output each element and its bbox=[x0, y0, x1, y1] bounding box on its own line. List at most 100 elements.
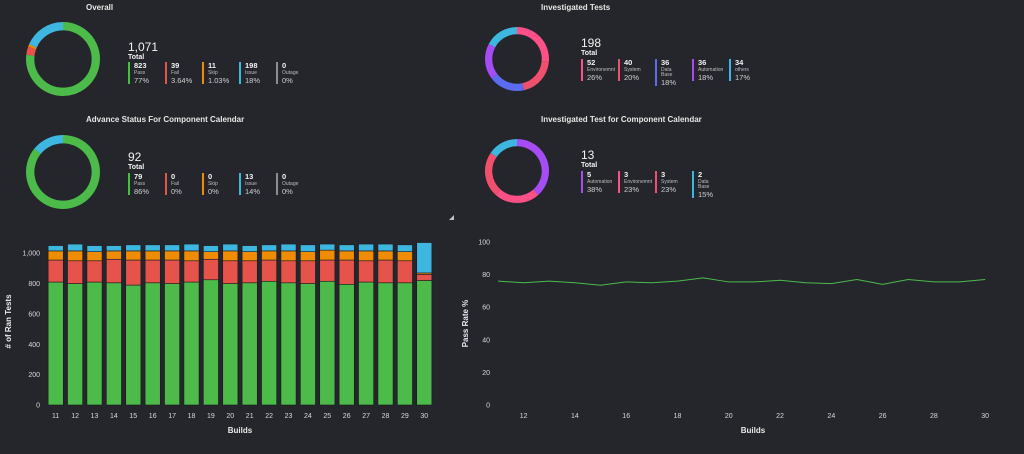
investigated-donut-segment-1[interactable] bbox=[522, 60, 549, 91]
advance-donut-segment-3[interactable] bbox=[34, 135, 64, 155]
bar-segment-25-2[interactable] bbox=[319, 249, 336, 261]
overall-stat-2[interactable]: 11 Skip 1.03% bbox=[202, 62, 229, 84]
bar-segment-20-0[interactable] bbox=[222, 283, 239, 406]
bar-segment-19-1[interactable] bbox=[203, 258, 219, 281]
advance-stat-3[interactable]: 13 Issue 14% bbox=[239, 173, 260, 195]
bar-segment-27-0[interactable] bbox=[358, 281, 374, 406]
bar-segment-16-1[interactable] bbox=[144, 259, 161, 284]
bar-segment-29-3[interactable] bbox=[397, 244, 413, 252]
investigated-donut-segment-2[interactable] bbox=[491, 73, 525, 91]
bar-segment-12-2[interactable] bbox=[67, 250, 83, 262]
bar-segment-20-1[interactable] bbox=[222, 260, 239, 284]
bar-segment-19-3[interactable] bbox=[203, 245, 219, 252]
bar-segment-28-2[interactable] bbox=[377, 250, 394, 261]
invcal-donut-segment-2[interactable] bbox=[485, 152, 501, 195]
investigated-stat-2[interactable]: 36 Data Base 18% bbox=[655, 59, 676, 86]
bar-segment-25-0[interactable] bbox=[319, 280, 336, 406]
bar-segment-14-2[interactable] bbox=[106, 250, 122, 260]
bar-segment-18-1[interactable] bbox=[183, 260, 200, 283]
investigated-stat-0[interactable]: 52 Environemnt 26% bbox=[581, 59, 615, 81]
bar-segment-11-1[interactable] bbox=[47, 259, 64, 283]
bar-segment-16-0[interactable] bbox=[144, 282, 161, 406]
bar-segment-21-2[interactable] bbox=[241, 251, 258, 262]
bar-segment-23-0[interactable] bbox=[280, 282, 297, 406]
overall-donut-segment-1[interactable] bbox=[26, 46, 37, 56]
bar-segment-17-2[interactable] bbox=[164, 250, 180, 261]
overall-stat-4[interactable]: 0 Outage 0% bbox=[276, 62, 298, 84]
bar-segment-15-1[interactable] bbox=[125, 259, 142, 286]
bar-segment-15-2[interactable] bbox=[125, 250, 142, 261]
bar-segment-12-3[interactable] bbox=[67, 243, 83, 252]
bar-segment-17-1[interactable] bbox=[164, 259, 180, 284]
bar-segment-14-1[interactable] bbox=[106, 258, 122, 284]
bar-segment-23-2[interactable] bbox=[280, 250, 297, 262]
bar-segment-22-1[interactable] bbox=[261, 259, 277, 282]
invcal-stat-0[interactable]: 5 Automation 38% bbox=[581, 171, 612, 193]
bar-segment-23-3[interactable] bbox=[280, 243, 297, 252]
bar-segment-16-3[interactable] bbox=[144, 244, 161, 252]
bar-segment-21-3[interactable] bbox=[241, 245, 258, 252]
advance-stat-2[interactable]: 0 Skip 0% bbox=[202, 173, 219, 195]
invcal-stat-3[interactable]: 2 Data Base 15% bbox=[692, 171, 713, 198]
bar-segment-27-1[interactable] bbox=[358, 260, 374, 283]
bar-segment-26-0[interactable] bbox=[338, 284, 355, 406]
bar-segment-18-3[interactable] bbox=[183, 243, 200, 252]
pass-rate-line[interactable] bbox=[497, 277, 986, 286]
bar-segment-25-3[interactable] bbox=[319, 243, 336, 251]
bar-segment-20-2[interactable] bbox=[222, 250, 239, 262]
bar-segment-13-0[interactable] bbox=[86, 281, 103, 406]
bar-segment-26-1[interactable] bbox=[338, 259, 355, 285]
bar-segment-11-3[interactable] bbox=[47, 245, 64, 252]
bar-segment-22-2[interactable] bbox=[261, 250, 277, 261]
resize-handle-icon[interactable] bbox=[449, 215, 454, 220]
bar-segment-15-3[interactable] bbox=[125, 244, 142, 252]
bar-segment-15-0[interactable] bbox=[125, 284, 142, 406]
bar-segment-14-0[interactable] bbox=[106, 282, 122, 406]
bar-segment-21-1[interactable] bbox=[241, 260, 258, 284]
investigated-stat-4[interactable]: 34 others 17% bbox=[729, 59, 750, 81]
bar-segment-29-0[interactable] bbox=[397, 282, 413, 406]
bar-segment-30-3[interactable] bbox=[416, 242, 433, 274]
advance-stat-0[interactable]: 79 Pass 86% bbox=[128, 173, 149, 195]
bar-segment-13-1[interactable] bbox=[86, 260, 103, 283]
bar-segment-30-1[interactable] bbox=[416, 274, 433, 281]
bar-segment-30-0[interactable] bbox=[416, 280, 433, 406]
bar-segment-17-3[interactable] bbox=[164, 244, 180, 252]
bar-segment-20-3[interactable] bbox=[222, 243, 239, 252]
bar-segment-28-1[interactable] bbox=[377, 259, 394, 284]
investigated-stat-3[interactable]: 36 Automation 18% bbox=[692, 59, 723, 81]
bar-segment-13-3[interactable] bbox=[86, 245, 103, 252]
bar-segment-19-0[interactable] bbox=[203, 279, 219, 406]
bar-segment-14-3[interactable] bbox=[106, 245, 122, 252]
invcal-stat-1[interactable]: 3 Environemnt 23% bbox=[618, 171, 652, 193]
bar-segment-22-3[interactable] bbox=[261, 244, 277, 252]
bar-segment-22-0[interactable] bbox=[261, 280, 277, 406]
invcal-stat-2[interactable]: 3 System 23% bbox=[655, 171, 678, 193]
investigated-donut-segment-3[interactable] bbox=[485, 43, 498, 79]
bar-segment-27-2[interactable] bbox=[358, 250, 374, 262]
bar-segment-26-3[interactable] bbox=[338, 244, 355, 252]
bar-segment-24-3[interactable] bbox=[300, 244, 316, 252]
invcal-donut-segment-1[interactable] bbox=[495, 189, 539, 203]
bar-segment-16-2[interactable] bbox=[144, 250, 161, 261]
bar-segment-27-3[interactable] bbox=[358, 243, 374, 252]
investigated-stat-1[interactable]: 40 System 20% bbox=[618, 59, 641, 81]
bar-segment-29-1[interactable] bbox=[397, 260, 413, 284]
bar-segment-17-0[interactable] bbox=[164, 283, 180, 406]
bar-segment-24-1[interactable] bbox=[300, 260, 316, 284]
bar-segment-18-0[interactable] bbox=[183, 281, 200, 406]
overall-donut-segment-2[interactable] bbox=[28, 44, 37, 50]
bar-segment-18-2[interactable] bbox=[183, 250, 200, 262]
bar-segment-25-1[interactable] bbox=[319, 259, 336, 282]
advance-stat-1[interactable]: 0 Fail 0% bbox=[165, 173, 182, 195]
bar-segment-19-2[interactable] bbox=[203, 251, 219, 260]
bar-segment-11-0[interactable] bbox=[47, 281, 64, 406]
investigated-donut-segment-4[interactable] bbox=[488, 27, 518, 48]
invcal-donut-segment-0[interactable] bbox=[516, 139, 549, 195]
bar-segment-12-0[interactable] bbox=[67, 283, 83, 406]
bar-segment-13-2[interactable] bbox=[86, 251, 103, 262]
advance-stat-4[interactable]: 0 Outage 0% bbox=[276, 173, 298, 195]
bar-segment-28-3[interactable] bbox=[377, 243, 394, 252]
overall-stat-0[interactable]: 823 Pass 77% bbox=[128, 62, 149, 84]
bar-segment-11-2[interactable] bbox=[47, 250, 64, 261]
